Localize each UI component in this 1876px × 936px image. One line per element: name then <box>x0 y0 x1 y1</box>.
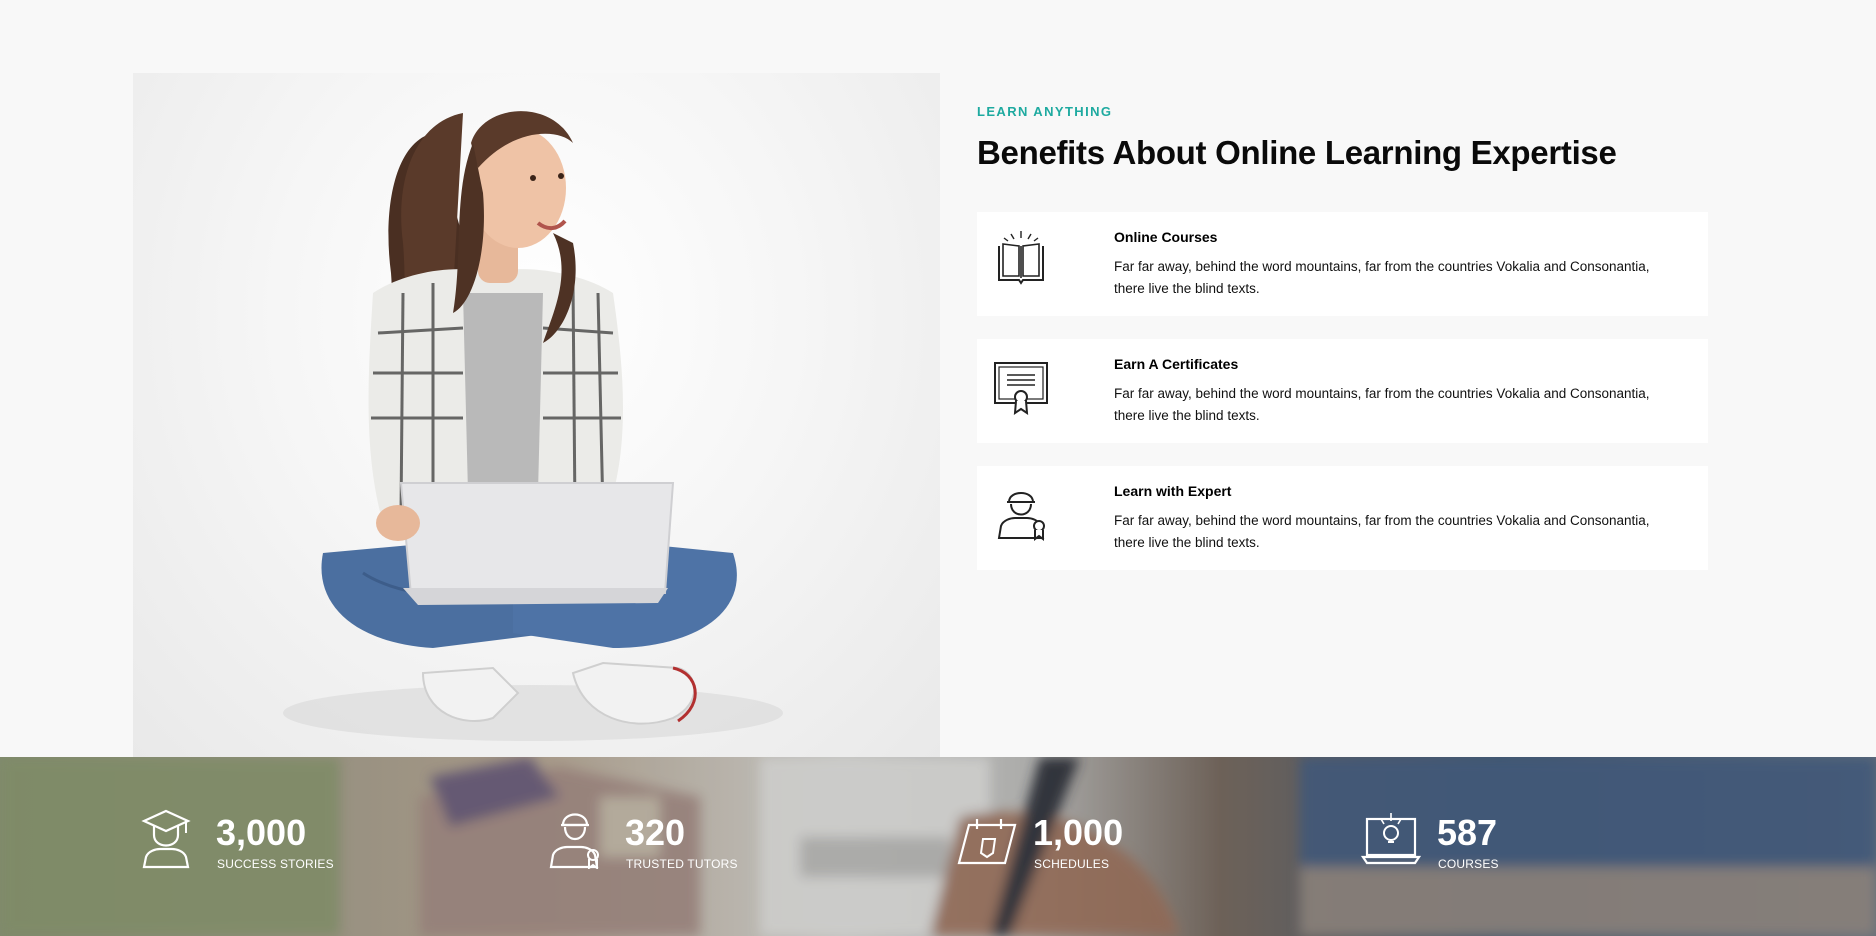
calendar-icon <box>957 809 1017 869</box>
feature-card-online-courses: Online Courses Far far away, behind the … <box>977 212 1708 316</box>
tutor-icon <box>549 809 601 870</box>
stat-number: 320 <box>625 812 686 853</box>
stat-label: COURSES <box>1438 857 1499 871</box>
feature-card-certificates: Earn A Certificates Far far away, behind… <box>977 339 1708 443</box>
section-subheading: LEARN ANYTHING <box>977 104 1113 119</box>
stat-label: SCHEDULES <box>1034 857 1110 871</box>
stat-label: TRUSTED TUTORS <box>626 857 738 871</box>
laptop-idea-icon <box>1360 809 1422 869</box>
certificate-icon <box>991 355 1051 415</box>
feature-description: Far far away, behind the word mountains,… <box>1114 513 1650 550</box>
stats-band: 3,000 SUCCESS STORIES 320 TRUSTED TUTORS <box>0 757 1876 936</box>
open-book-icon <box>991 228 1051 288</box>
feature-card-expert: Learn with Expert Far far away, behind t… <box>977 466 1708 570</box>
student-photo <box>133 73 940 757</box>
feature-title: Online Courses <box>1114 229 1218 245</box>
feature-title: Learn with Expert <box>1114 483 1232 499</box>
stat-label: SUCCESS STORIES <box>217 857 334 871</box>
stat-number: 1,000 <box>1033 812 1124 853</box>
stat-number: 587 <box>1437 812 1498 853</box>
stat-number: 3,000 <box>216 812 307 853</box>
expert-tutor-icon <box>991 482 1051 542</box>
graduate-icon <box>140 809 192 869</box>
section-heading: Benefits About Online Learning Expertise <box>977 134 1617 171</box>
feature-title: Earn A Certificates <box>1114 356 1239 372</box>
feature-description: Far far away, behind the word mountains,… <box>1114 386 1650 423</box>
feature-description: Far far away, behind the word mountains,… <box>1114 259 1650 296</box>
woman-with-laptop-illustration <box>283 111 783 741</box>
